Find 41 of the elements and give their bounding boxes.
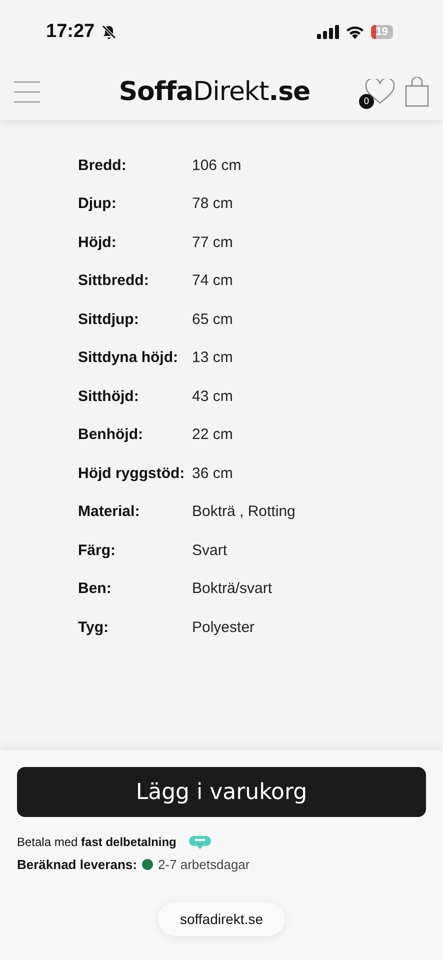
spec-value: 22 cm <box>192 425 234 446</box>
spec-label: Höjd: <box>78 232 118 253</box>
spec-label: Höjd ryggstöd: <box>78 464 186 484</box>
spec-value: Bokträ , Rotting <box>192 502 296 522</box>
url-pill[interactable]: soffadirekt.se <box>158 902 285 936</box>
muted-bell-icon <box>100 24 117 40</box>
spec-label: Djup: <box>78 194 118 214</box>
clock-time: 17:27 <box>46 21 95 43</box>
spec-label: Bredd: <box>78 156 128 176</box>
delivery-label: Beräknad leverans: <box>17 857 137 872</box>
spec-label: Sittbredd: <box>78 271 150 292</box>
spec-value: Svart <box>192 540 228 561</box>
wishlist-count-badge: 0 <box>359 94 374 109</box>
shopping-bag-icon[interactable] <box>405 77 429 107</box>
signal-icon <box>316 25 339 39</box>
add-to-cart-button[interactable]: Lägg i varukorg <box>17 767 426 817</box>
menu-icon[interactable] <box>14 81 40 103</box>
spec-label: Sittdyna höjd: <box>78 348 179 368</box>
spec-value: 77 cm <box>192 232 234 253</box>
spec-value: Polyester <box>192 618 256 638</box>
delivery-time: 2-7 arbetsdagar <box>158 857 250 872</box>
wifi-icon <box>344 25 365 39</box>
spec-label: Material: <box>78 502 141 522</box>
spec-label: Ben: <box>78 579 112 600</box>
battery-indicator: 19 <box>370 25 393 39</box>
spec-label: Sittdjup: <box>78 310 140 330</box>
spec-value: 78 cm <box>192 194 234 214</box>
spec-label: Benhöjd: <box>78 425 144 446</box>
spec-value: 43 cm <box>192 386 234 407</box>
spec-value: 65 cm <box>192 310 234 330</box>
spec-label: Tyg: <box>78 618 110 638</box>
chat-bubble-icon <box>188 835 212 849</box>
spec-value: 106 cm <box>192 156 242 176</box>
spec-value: 36 cm <box>192 464 234 484</box>
spec-value: 74 cm <box>192 271 234 292</box>
spec-label: Sitthöjd: <box>78 386 140 407</box>
heart-icon[interactable] <box>365 79 395 105</box>
spec-value: Bokträ/svart <box>192 579 274 600</box>
payment-text: Betala med fast delbetalning <box>17 835 176 849</box>
spec-value: 13 cm <box>192 348 234 368</box>
spec-label: Färg: <box>78 540 116 561</box>
